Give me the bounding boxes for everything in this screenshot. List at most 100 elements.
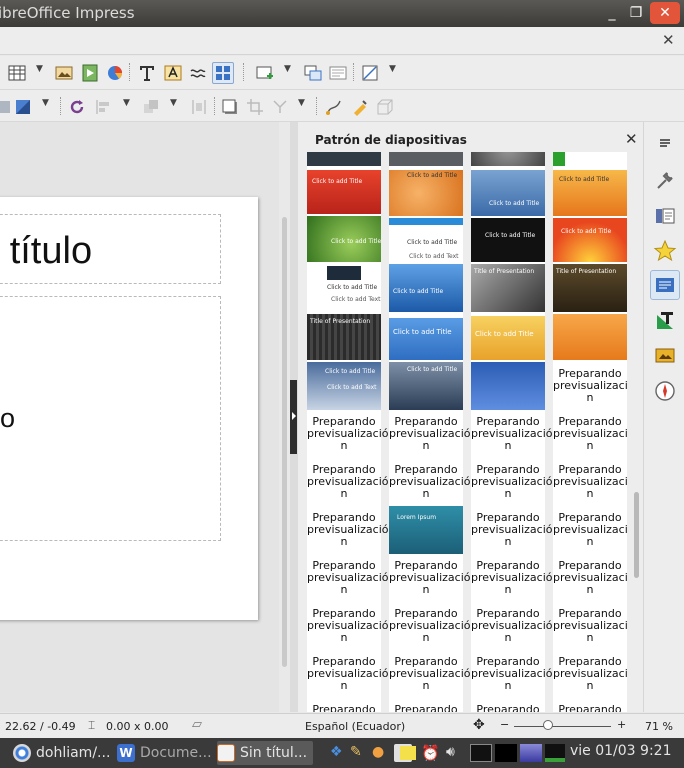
crop-icon[interactable] [244,96,266,118]
slide[interactable]: n título xto [0,197,258,620]
styles-icon[interactable] [650,306,680,336]
canvas-scrollbar[interactable] [279,122,290,712]
title-placeholder[interactable]: n título [0,214,221,284]
master-thumbnail[interactable] [471,152,545,166]
text-box-icon[interactable] [136,62,158,84]
maximize-button[interactable]: ❐ [624,2,648,24]
master-thumbnail[interactable]: Title of Presentation [471,264,545,312]
preparing-preview-text: Preparando previsualizació n [471,655,553,692]
chart-icon[interactable] [104,62,126,84]
sticky-note-icon[interactable] [400,746,416,760]
zoom-out-button[interactable]: − [500,718,509,731]
selection-mode-icon[interactable]: ✥ [473,717,485,733]
minimize-button[interactable]: _ [600,2,624,24]
document-modified-icon[interactable]: ▱ [192,717,202,732]
master-thumbnail[interactable] [553,314,627,360]
master-thumbnail[interactable]: Click to add Title [307,216,381,262]
toggle-extrusion-icon[interactable] [374,96,396,118]
taskbar-item-impress[interactable]: Sin títul... [217,741,314,765]
master-thumbnail[interactable]: Click to add Title [553,170,627,216]
master-thumbnail[interactable]: Click to add Title Click to add Text [389,218,463,262]
special-character-icon[interactable] [187,62,209,84]
master-thumbnail[interactable]: Title of Presentation [307,314,381,360]
zoom-slider[interactable] [514,726,611,727]
collapse-sidebar-icon[interactable] [290,380,297,454]
navigator-icon[interactable] [650,376,680,406]
gallery-icon[interactable] [650,340,680,370]
close-document-button[interactable]: ✕ [662,31,675,49]
master-column: Click to add Title Click to add Title Cl… [389,152,471,712]
master-thumbnail[interactable] [389,152,463,166]
master-thumbnail[interactable]: Click to add Title [389,362,463,410]
close-panel-button[interactable]: ✕ [625,130,638,148]
fontwork-icon[interactable] [162,62,184,84]
align-dropdown-icon[interactable]: ▼ [123,98,131,108]
panel-scrollbar[interactable] [634,152,640,692]
preparing-preview-text: Preparando previsualizació n [553,367,628,404]
distribute-icon[interactable] [188,96,210,118]
volume-icon[interactable]: 🔊︎ [446,744,464,762]
lightbulb-icon[interactable]: ● [372,744,390,762]
line-tool-icon[interactable] [359,62,381,84]
slide-transition-icon[interactable] [650,201,680,231]
3d-object-icon[interactable] [12,96,34,118]
preparing-preview-text: Preparando [312,703,376,713]
master-thumbnail[interactable] [307,152,381,166]
table-dropdown-icon[interactable]: ▼ [36,64,44,74]
master-thumbnail[interactable]: Lorem Ipsum [389,506,463,554]
taskbar-item-chromium[interactable]: dohliam/... [13,741,110,765]
language-status[interactable]: Español (Ecuador) [305,720,405,733]
master-thumbnail[interactable]: Click to add Title [389,264,463,312]
duplicate-slide-icon[interactable] [302,62,324,84]
grid-display-icon[interactable] [212,62,234,84]
master-thumbnail[interactable] [553,152,627,166]
shadow-icon[interactable] [219,96,241,118]
master-thumbnail[interactable]: Click to add Title [471,170,545,216]
zoom-in-button[interactable]: + [617,718,626,731]
line-tool-dropdown-icon[interactable]: ▼ [389,64,397,74]
sidebar-menu-icon[interactable] [650,128,680,158]
panel-scrollbar-thumb[interactable] [634,492,639,578]
impress-icon [217,744,235,762]
table-icon[interactable] [6,62,28,84]
zoom-level[interactable]: 71 % [645,720,673,733]
master-thumbnail[interactable]: Click to add Title Click to add Text [307,362,381,410]
rotate-icon[interactable] [66,96,88,118]
master-thumbnail[interactable]: Click to add Title [389,170,463,216]
master-thumbnail[interactable]: Click to add Title [471,316,545,360]
glue-points-icon[interactable] [349,96,371,118]
taskbar-item-writer[interactable]: W Docume... [117,741,212,765]
master-thumbnail[interactable]: Click to add Title [471,218,545,262]
preparing-preview-text: Preparando previsualizació n [389,415,471,452]
close-window-button[interactable]: ✕ [650,2,680,24]
canvas-scrollbar-thumb[interactable] [282,217,287,667]
animation-icon[interactable] [650,236,680,266]
alarm-clock-icon[interactable]: ⏰ [421,744,440,762]
new-slide-dropdown-icon[interactable]: ▼ [284,64,292,74]
filter-icon[interactable] [269,96,291,118]
arrange-dropdown-icon[interactable]: ▼ [170,98,178,108]
zoom-slider-handle[interactable] [543,720,553,730]
master-thumbnail[interactable]: Click to add Title [553,218,627,262]
master-thumbnail[interactable]: Click to add Title [389,318,463,360]
dropbox-icon[interactable]: ❖ [330,744,348,762]
master-thumbnail[interactable]: Click to add Title Click to add Text [307,264,381,312]
align-icon[interactable] [92,96,114,118]
sidebar-splitter[interactable] [290,122,298,712]
master-thumbnail[interactable]: Title of Presentation [553,264,627,312]
notes-icon[interactable]: ✎ [350,744,368,762]
properties-icon[interactable] [650,166,680,196]
points-icon[interactable] [323,96,345,118]
content-placeholder[interactable]: xto [0,296,221,541]
master-slides-icon[interactable] [650,270,680,300]
arrange-icon[interactable] [140,96,162,118]
media-icon[interactable] [79,62,101,84]
image-icon[interactable] [53,62,75,84]
new-slide-icon[interactable] [254,62,276,84]
master-thumbnail[interactable] [471,362,545,410]
master-thumbnail[interactable]: Click to add Title [307,170,381,214]
clock[interactable]: vie 01/03 9:21 [570,743,671,759]
3d-object-dropdown-icon[interactable]: ▼ [42,98,50,108]
slide-layout-icon[interactable] [327,62,349,84]
filter-dropdown-icon[interactable]: ▼ [298,98,306,108]
